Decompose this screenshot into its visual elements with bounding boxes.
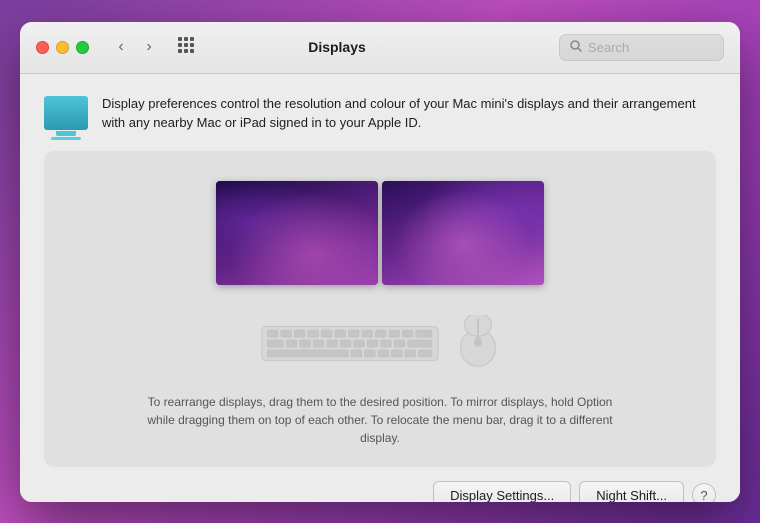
night-shift-button[interactable]: Night Shift... (579, 481, 684, 502)
close-button[interactable] (36, 41, 49, 54)
search-input[interactable] (588, 40, 713, 55)
info-description: Display preferences control the resoluti… (102, 94, 716, 133)
content-area: Display preferences control the resoluti… (20, 74, 740, 502)
button-row: Display Settings... Night Shift... ? (44, 481, 716, 502)
display-settings-button[interactable]: Display Settings... (433, 481, 571, 502)
search-icon (570, 40, 582, 55)
search-bar[interactable] (559, 34, 724, 61)
display-panel: To rearrange displays, drag them to the … (44, 151, 716, 467)
system-preferences-window: ‹ › Displays (20, 22, 740, 502)
monitor-left-display (216, 181, 378, 285)
mouse-icon (456, 315, 500, 373)
help-button[interactable]: ? (692, 483, 716, 502)
monitor-left[interactable] (216, 181, 378, 285)
monitor-right[interactable] (382, 181, 544, 285)
traffic-lights (36, 41, 89, 54)
displays-area (216, 171, 544, 295)
maximize-button[interactable] (76, 41, 89, 54)
keyboard-icon (260, 319, 440, 369)
display-icon (44, 96, 88, 130)
peripherals-row (260, 315, 500, 373)
rearrange-instructions: To rearrange displays, drag them to the … (140, 393, 620, 447)
titlebar: ‹ › Displays (20, 22, 740, 74)
window-title: Displays (127, 39, 547, 55)
monitor-right-display (382, 181, 544, 285)
minimize-button[interactable] (56, 41, 69, 54)
info-row: Display preferences control the resoluti… (44, 94, 716, 133)
